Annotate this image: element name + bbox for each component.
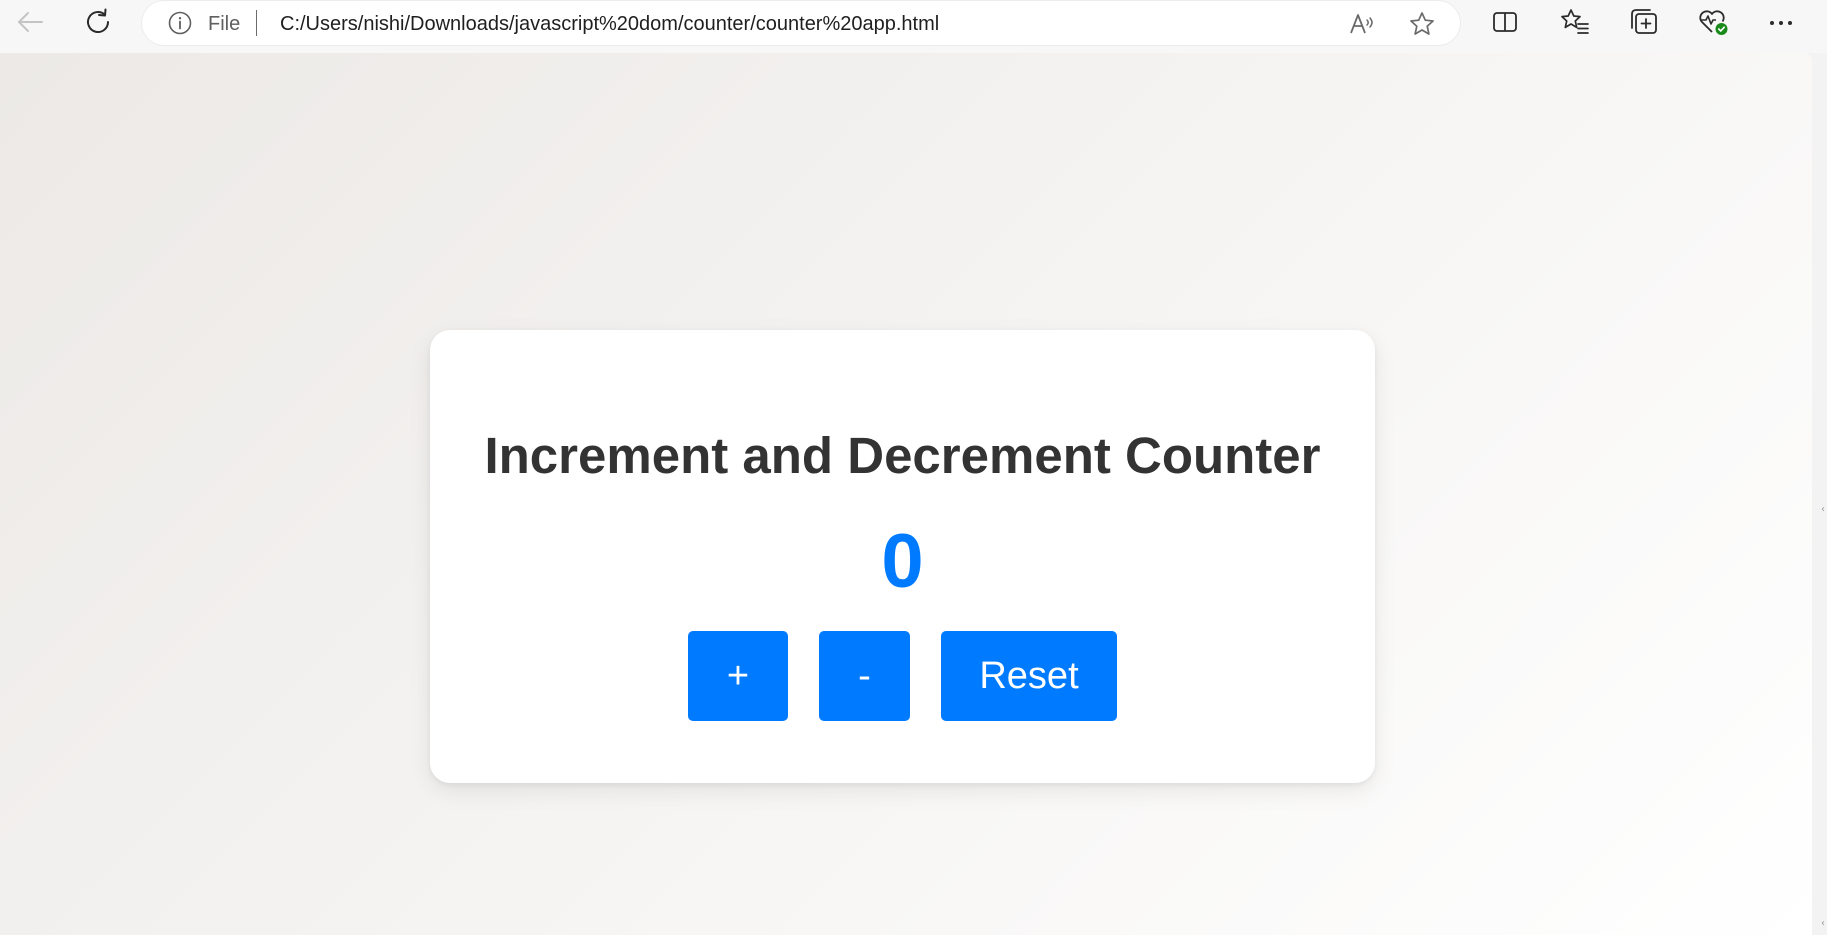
- counter-value: 0: [881, 519, 924, 604]
- increment-button[interactable]: +: [688, 631, 788, 721]
- decrement-button[interactable]: -: [819, 631, 910, 721]
- counter-card: Increment and Decrement Counter 0 + - Re…: [430, 330, 1375, 783]
- reset-button[interactable]: Reset: [941, 631, 1117, 721]
- favorites-icon: [1560, 8, 1590, 41]
- refresh-icon: [83, 7, 113, 42]
- split-screen-icon: [1491, 9, 1519, 40]
- window-edge: [1812, 53, 1827, 935]
- collections-button[interactable]: [1624, 6, 1664, 42]
- url-text[interactable]: C:/Users/nishi/Downloads/javascript%20do…: [280, 13, 939, 36]
- settings-more-button[interactable]: [1761, 6, 1801, 42]
- favorites-button[interactable]: [1555, 6, 1595, 42]
- star-icon[interactable]: [1408, 11, 1436, 37]
- page-viewport: Increment and Decrement Counter 0 + - Re…: [0, 53, 1812, 935]
- info-icon[interactable]: [168, 11, 192, 35]
- browser-toolbar: File C:/Users/nishi/Downloads/javascript…: [0, 0, 1827, 53]
- back-button[interactable]: [10, 6, 50, 42]
- split-screen-button[interactable]: [1485, 6, 1525, 42]
- collections-icon: [1629, 8, 1659, 41]
- heart-pulse-icon: [1697, 7, 1729, 42]
- read-aloud-icon[interactable]: [1348, 11, 1376, 37]
- page-title: Increment and Decrement Counter: [484, 427, 1321, 484]
- resize-mark-icon: ‹: [1821, 918, 1825, 929]
- site-scheme-label[interactable]: File: [208, 13, 240, 36]
- browser-essentials-button[interactable]: [1693, 6, 1733, 42]
- address-bar[interactable]: File C:/Users/nishi/Downloads/javascript…: [142, 1, 1460, 45]
- scroll-mark-icon: ‹: [1821, 504, 1825, 515]
- more-icon: [1767, 15, 1795, 33]
- address-divider: [256, 10, 257, 36]
- refresh-button[interactable]: [78, 6, 118, 42]
- arrow-left-icon: [15, 9, 45, 40]
